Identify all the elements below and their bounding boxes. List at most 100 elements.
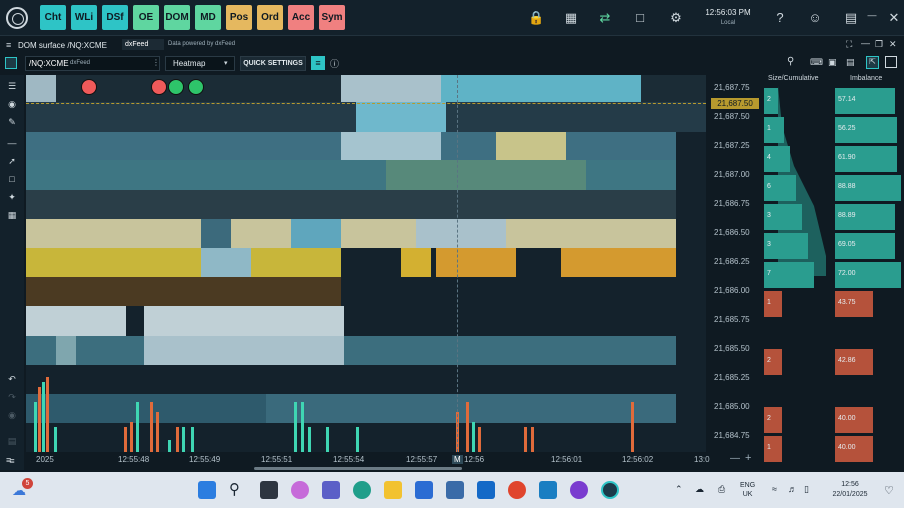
account-icon[interactable]: ▤ [843,10,859,26]
trading-app-icon[interactable] [601,481,619,499]
trend-line-icon[interactable]: ➚ [6,155,18,167]
app-button-dom[interactable]: DOM [164,5,190,30]
symbol-field[interactable]: /NQ:XCME dxFeed ⋮ [25,56,160,71]
horizontal-line-icon[interactable]: — [6,137,18,149]
volume-icon[interactable]: ♬ [788,484,797,494]
menu-icon[interactable]: ≡ [6,40,11,50]
info-icon[interactable]: ⓘ [330,57,339,70]
layers-icon[interactable]: ☰ [6,80,18,92]
view-select[interactable]: Heatmap ▾ [165,56,235,71]
user-icon[interactable]: ☺ [807,10,823,25]
time-label: 12:56:01 [551,455,583,464]
chat-icon[interactable]: □ [632,10,648,25]
quick-settings-button[interactable]: QUICK SETTINGS [240,56,306,71]
zoom-in-icon[interactable]: + [745,452,751,464]
volume-bar [191,427,194,452]
price-level-label: 21,687.75 [714,83,750,92]
heatmap-chart[interactable] [26,75,706,452]
time-axis[interactable]: 2025 12:55:48 12:55:49 12:55:51 12:55:54 12:5… [26,452,710,466]
printer-icon[interactable]: ⎙ [718,484,725,495]
imbalance-value: 40.00 [838,415,856,422]
app-button-sym[interactable]: Sym [319,5,345,30]
volume-bar [294,402,297,452]
close-icon[interactable]: ✕ [886,10,902,26]
trade-bubble[interactable] [151,79,167,95]
zoom-out-icon[interactable]: — [730,453,740,464]
heatmap-cell [144,336,344,365]
dock-left-icon[interactable]: ⇱ [866,56,879,69]
taskbar-clock[interactable]: 12:56 22/01/2025 [826,480,874,500]
notification-bell-icon[interactable]: ♡ [884,484,894,497]
help-icon[interactable]: ? [772,10,788,25]
firefox-dev-icon[interactable] [570,481,588,499]
start-icon[interactable] [198,481,216,499]
cloud-icon[interactable]: ☁ [695,484,704,495]
restore-icon[interactable]: ❐ [875,39,883,50]
minimize-window-icon[interactable]: — [861,38,870,48]
task-view-icon[interactable] [260,481,278,499]
zoom-icon[interactable]: ⚲ [787,56,794,67]
app-logo[interactable] [6,7,28,29]
horizontal-scrollbar[interactable] [254,467,462,470]
imbalance-value: 40.00 [838,444,856,451]
language-indicator[interactable]: ENG UK [740,481,755,499]
app-cube-icon[interactable] [446,481,464,499]
heatmap-cell [356,102,446,132]
outlook-icon[interactable] [477,481,495,499]
imbalance-column: 57.14 56.25 61.90 88.88 88.89 69.05 72.00 43.75… [835,86,902,462]
file-explorer-icon[interactable] [384,481,402,499]
wifi-icon[interactable]: ≈ [772,484,777,494]
dock-right-icon[interactable] [885,56,897,68]
magic-icon[interactable]: ✦ [6,191,18,203]
app-button-acc[interactable]: Acc [288,5,314,30]
heatmap-cell [341,75,441,102]
current-price-label: 21,687.50 [711,98,759,109]
settings-sliders-icon[interactable]: ≡ [311,56,325,70]
minimize-icon[interactable]: — [864,10,880,20]
size-value: 1 [767,299,771,306]
layout-icon[interactable]: ▦ [563,10,579,26]
rectangle-icon[interactable]: □ [6,173,18,185]
heatmap-cell [26,365,706,394]
time-label: 13:0 [694,455,710,464]
store-icon[interactable] [415,481,433,499]
keyboard-icon[interactable]: ⌨ [810,57,823,68]
camera-icon[interactable]: ▣ [828,57,837,68]
battery-icon[interactable]: ▯ [804,484,809,495]
expand-icon[interactable]: ⛶ [846,39,852,50]
time-marker[interactable]: M [452,455,463,464]
chevron-down-icon: ▾ [224,60,228,67]
screenshot-icon[interactable]: ▦ [6,209,18,221]
trade-bubble[interactable] [81,79,97,95]
search-icon[interactable]: ⚲ [229,481,247,499]
app-button-dsf[interactable]: DSf [102,5,128,30]
copilot-icon[interactable] [291,481,309,499]
price-axis[interactable]: 21,687.50 21,687.75 21,687.50 21,687.25 21,… [708,75,762,452]
app-button-oe[interactable]: OE [133,5,159,30]
briefcase-icon[interactable]: ▤ [846,57,855,68]
more-icon[interactable]: ⋮ [152,58,160,67]
app-button-ord[interactable]: Ord [257,5,283,30]
chevron-up-icon[interactable]: ⌃ [675,484,683,495]
trade-bubble[interactable] [168,79,184,95]
gear-icon[interactable]: ⚙ [668,10,684,26]
teams-icon[interactable] [322,481,340,499]
trade-bubble[interactable] [188,79,204,95]
zoho-icon[interactable] [539,481,557,499]
menu-lines-icon[interactable]: ≡ [6,455,11,465]
bell-icon[interactable]: ◉ [6,98,18,110]
edge-icon[interactable] [353,481,371,499]
app-button-md[interactable]: MD [195,5,221,30]
time-label: 12:56 [464,455,485,464]
volume-bar [182,427,185,452]
pencil-icon[interactable]: ✎ [6,116,18,128]
panel-toggle-icon[interactable] [5,57,17,69]
lock-icon[interactable]: 🔒 [528,10,544,26]
undo-icon[interactable]: ↶ [6,373,18,385]
app-button-pos[interactable]: Pos [226,5,252,30]
app-button-wli[interactable]: WLi [71,5,97,30]
app-button-cht[interactable]: Cht [40,5,66,30]
close-window-icon[interactable]: ✕ [889,39,897,50]
sync-icon[interactable]: ⇄ [597,10,613,26]
chrome-icon[interactable] [508,481,526,499]
